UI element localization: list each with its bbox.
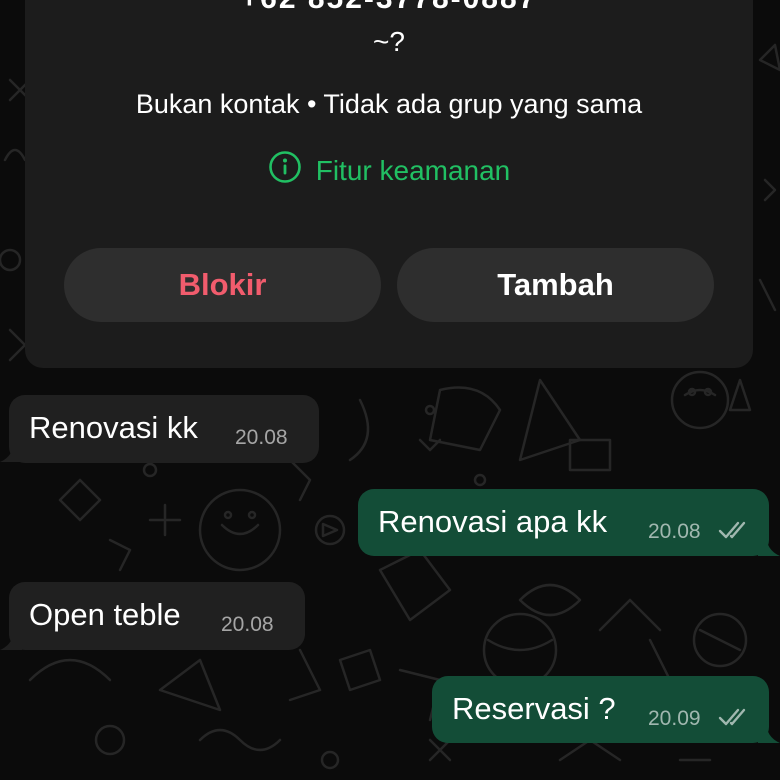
outgoing-message[interactable]: Reservasi ? 20.09 xyxy=(432,676,769,743)
message-time: 20.08 xyxy=(235,426,288,449)
info-circle-icon xyxy=(268,150,302,191)
add-contact-button[interactable]: Tambah xyxy=(397,248,714,322)
incoming-message[interactable]: Open teble 20.08 xyxy=(9,582,305,650)
double-check-icon xyxy=(718,708,746,726)
bubble-tail xyxy=(758,534,780,556)
outgoing-message[interactable]: Renovasi apa kk 20.08 xyxy=(358,489,769,556)
message-text: Reservasi ? xyxy=(452,691,616,726)
bubble-tail xyxy=(758,721,780,743)
message-time: 20.08 xyxy=(221,613,274,636)
message-time: 20.08 xyxy=(648,520,701,543)
bubble-tail xyxy=(0,628,22,650)
contact-name: ~? xyxy=(373,26,405,57)
message-text: Renovasi kk xyxy=(29,410,198,445)
contact-info-text: Bukan kontak • Tidak ada grup yang sama xyxy=(135,89,643,119)
unknown-contact-card: +62 852-3778-0887 ~? Bukan kontak • Tida… xyxy=(25,0,753,368)
security-features-link[interactable]: Fitur keamanan xyxy=(25,150,753,191)
double-check-icon xyxy=(718,521,746,539)
message-text: Renovasi apa kk xyxy=(378,504,608,539)
block-button[interactable]: Blokir xyxy=(64,248,381,322)
incoming-message[interactable]: Renovasi kk 20.08 xyxy=(9,395,319,463)
security-features-label: Fitur keamanan xyxy=(315,154,511,186)
message-time: 20.09 xyxy=(648,707,701,730)
message-text: Open teble xyxy=(29,597,181,632)
bubble-tail xyxy=(0,440,22,462)
contact-phone-number: +62 852-3778-0887 xyxy=(25,0,753,16)
